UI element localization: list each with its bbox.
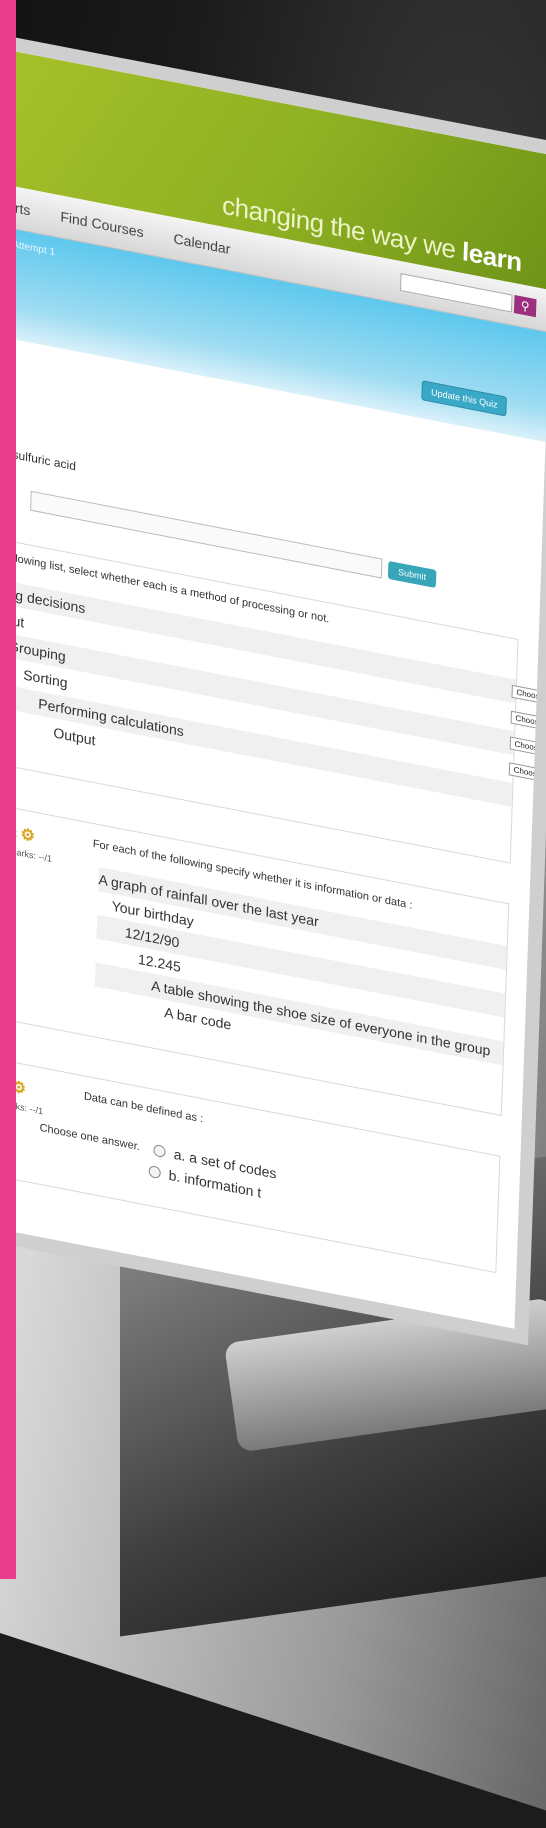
q4-number: 4 ⚙ bbox=[16, 1074, 41, 1102]
submit-button[interactable]: Submit bbox=[387, 560, 437, 589]
search-icon[interactable]: ⚲ bbox=[513, 295, 537, 318]
screen-viewport: changing the way we learn y Reports Find… bbox=[16, 0, 546, 1579]
q4-info: 4 ⚙ Marks: --/1 bbox=[16, 1074, 44, 1116]
update-quiz-button[interactable]: Update this Quiz bbox=[421, 380, 507, 417]
q3-number: 3 ⚙ bbox=[16, 822, 50, 850]
q2-choose-select[interactable]: Choose... bbox=[510, 710, 546, 732]
q3-card: 3 ⚙ Marks: --/1 For each of the followin… bbox=[16, 802, 510, 1117]
quiz-page: changing the way we learn y Reports Find… bbox=[16, 40, 546, 1329]
q2-item-label: Input bbox=[16, 608, 25, 631]
q2-choose-select[interactable]: Choose... bbox=[508, 761, 546, 784]
nav-item-find-courses[interactable]: Find Courses bbox=[60, 208, 144, 240]
q2-item-label: Grouping bbox=[16, 637, 67, 665]
nav-item-reports[interactable]: y Reports bbox=[16, 191, 31, 218]
accent-bar bbox=[0, 0, 16, 1579]
q2-item-label: Output bbox=[53, 724, 96, 749]
radio-icon[interactable] bbox=[148, 1164, 161, 1180]
quiz-content: rmula for sulfuric acid Submit rom the f… bbox=[16, 326, 546, 1295]
nav-item-calendar[interactable]: Calendar bbox=[173, 230, 230, 257]
q2-choose-select[interactable]: Choose... bbox=[511, 684, 546, 706]
radio-icon[interactable] bbox=[153, 1143, 166, 1159]
q2-choose-select[interactable]: Choose... bbox=[509, 735, 546, 758]
q2-item-label: Sorting bbox=[22, 666, 68, 691]
q3-info: 3 ⚙ Marks: --/1 bbox=[16, 822, 53, 864]
gear-icon: ⚙ bbox=[20, 826, 36, 846]
q4-prompt: Data can be defined as : bbox=[83, 1090, 204, 1126]
gear-icon: ⚙ bbox=[16, 1078, 27, 1099]
